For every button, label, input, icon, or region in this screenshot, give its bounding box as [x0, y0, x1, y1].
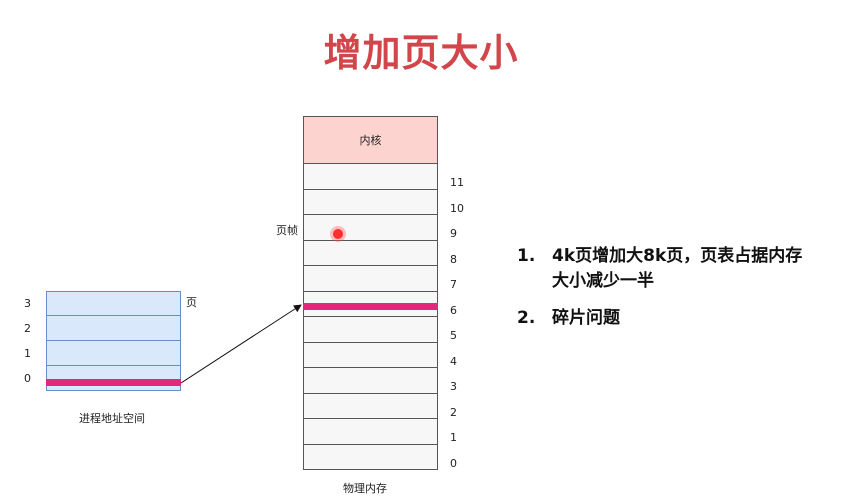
list-item-number: 2.: [517, 308, 536, 328]
list-item: 1. 4k页增加大8k页，页表占据内存 大小减少一半: [517, 244, 802, 294]
list-item-text-continued: 大小减少一半: [552, 271, 654, 291]
list-item-text: 碎片问题: [552, 308, 620, 328]
list-item: 2. 碎片问题: [517, 306, 802, 331]
list-item-number: 1.: [517, 246, 536, 266]
key-points-list: 1. 4k页增加大8k页，页表占据内存 大小减少一半 2. 碎片问题: [517, 244, 802, 343]
list-item-text: 4k页增加大8k页，页表占据内存: [552, 246, 803, 266]
pointer-cursor-icon: [333, 229, 343, 239]
